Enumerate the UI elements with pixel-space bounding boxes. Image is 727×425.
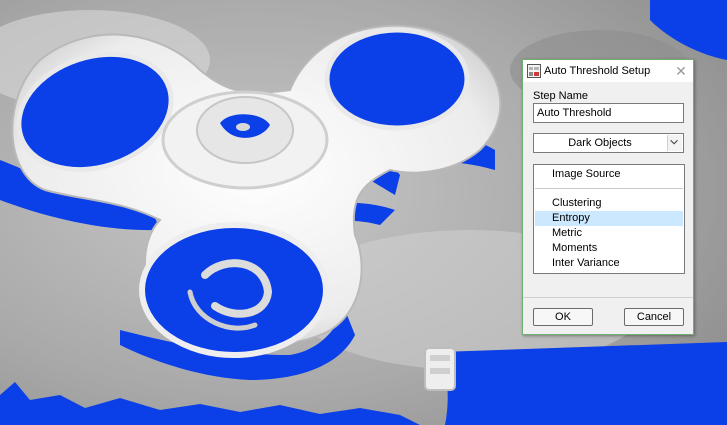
app-icon [527,64,541,78]
list-item-inter-variance[interactable]: Inter Variance [535,256,683,271]
ok-button[interactable]: OK [533,308,593,326]
close-icon[interactable]: ✕ [672,62,690,80]
bottom-hole [139,222,329,358]
cancel-button[interactable]: Cancel [624,308,684,326]
blue-overlay-region [440,342,727,425]
step-name-label: Step Name [533,90,589,102]
threshold-method-list[interactable]: Image Source Clustering Entropy Metric M… [533,164,685,274]
chevron-down-icon[interactable] [667,135,682,151]
list-item-moments[interactable]: Moments [535,241,683,256]
right-hole [324,27,470,131]
dialog-divider [523,297,693,298]
step-name-input[interactable] [533,103,684,123]
list-item-image-source[interactable]: Image Source [535,167,683,182]
auto-threshold-setup-dialog: Auto Threshold Setup ✕ Step Name Dark Ob… [522,59,694,335]
list-item-entropy[interactable]: Entropy [535,211,683,226]
object-mode-select[interactable]: Dark Objects [533,133,684,153]
dialog-titlebar[interactable]: Auto Threshold Setup ✕ [523,60,693,82]
list-item-metric[interactable]: Metric [535,226,683,241]
list-item-clustering[interactable]: Clustering [535,196,683,211]
dialog-title: Auto Threshold Setup [544,65,651,77]
list-divider [535,188,683,189]
object-mode-value: Dark Objects [568,137,632,149]
